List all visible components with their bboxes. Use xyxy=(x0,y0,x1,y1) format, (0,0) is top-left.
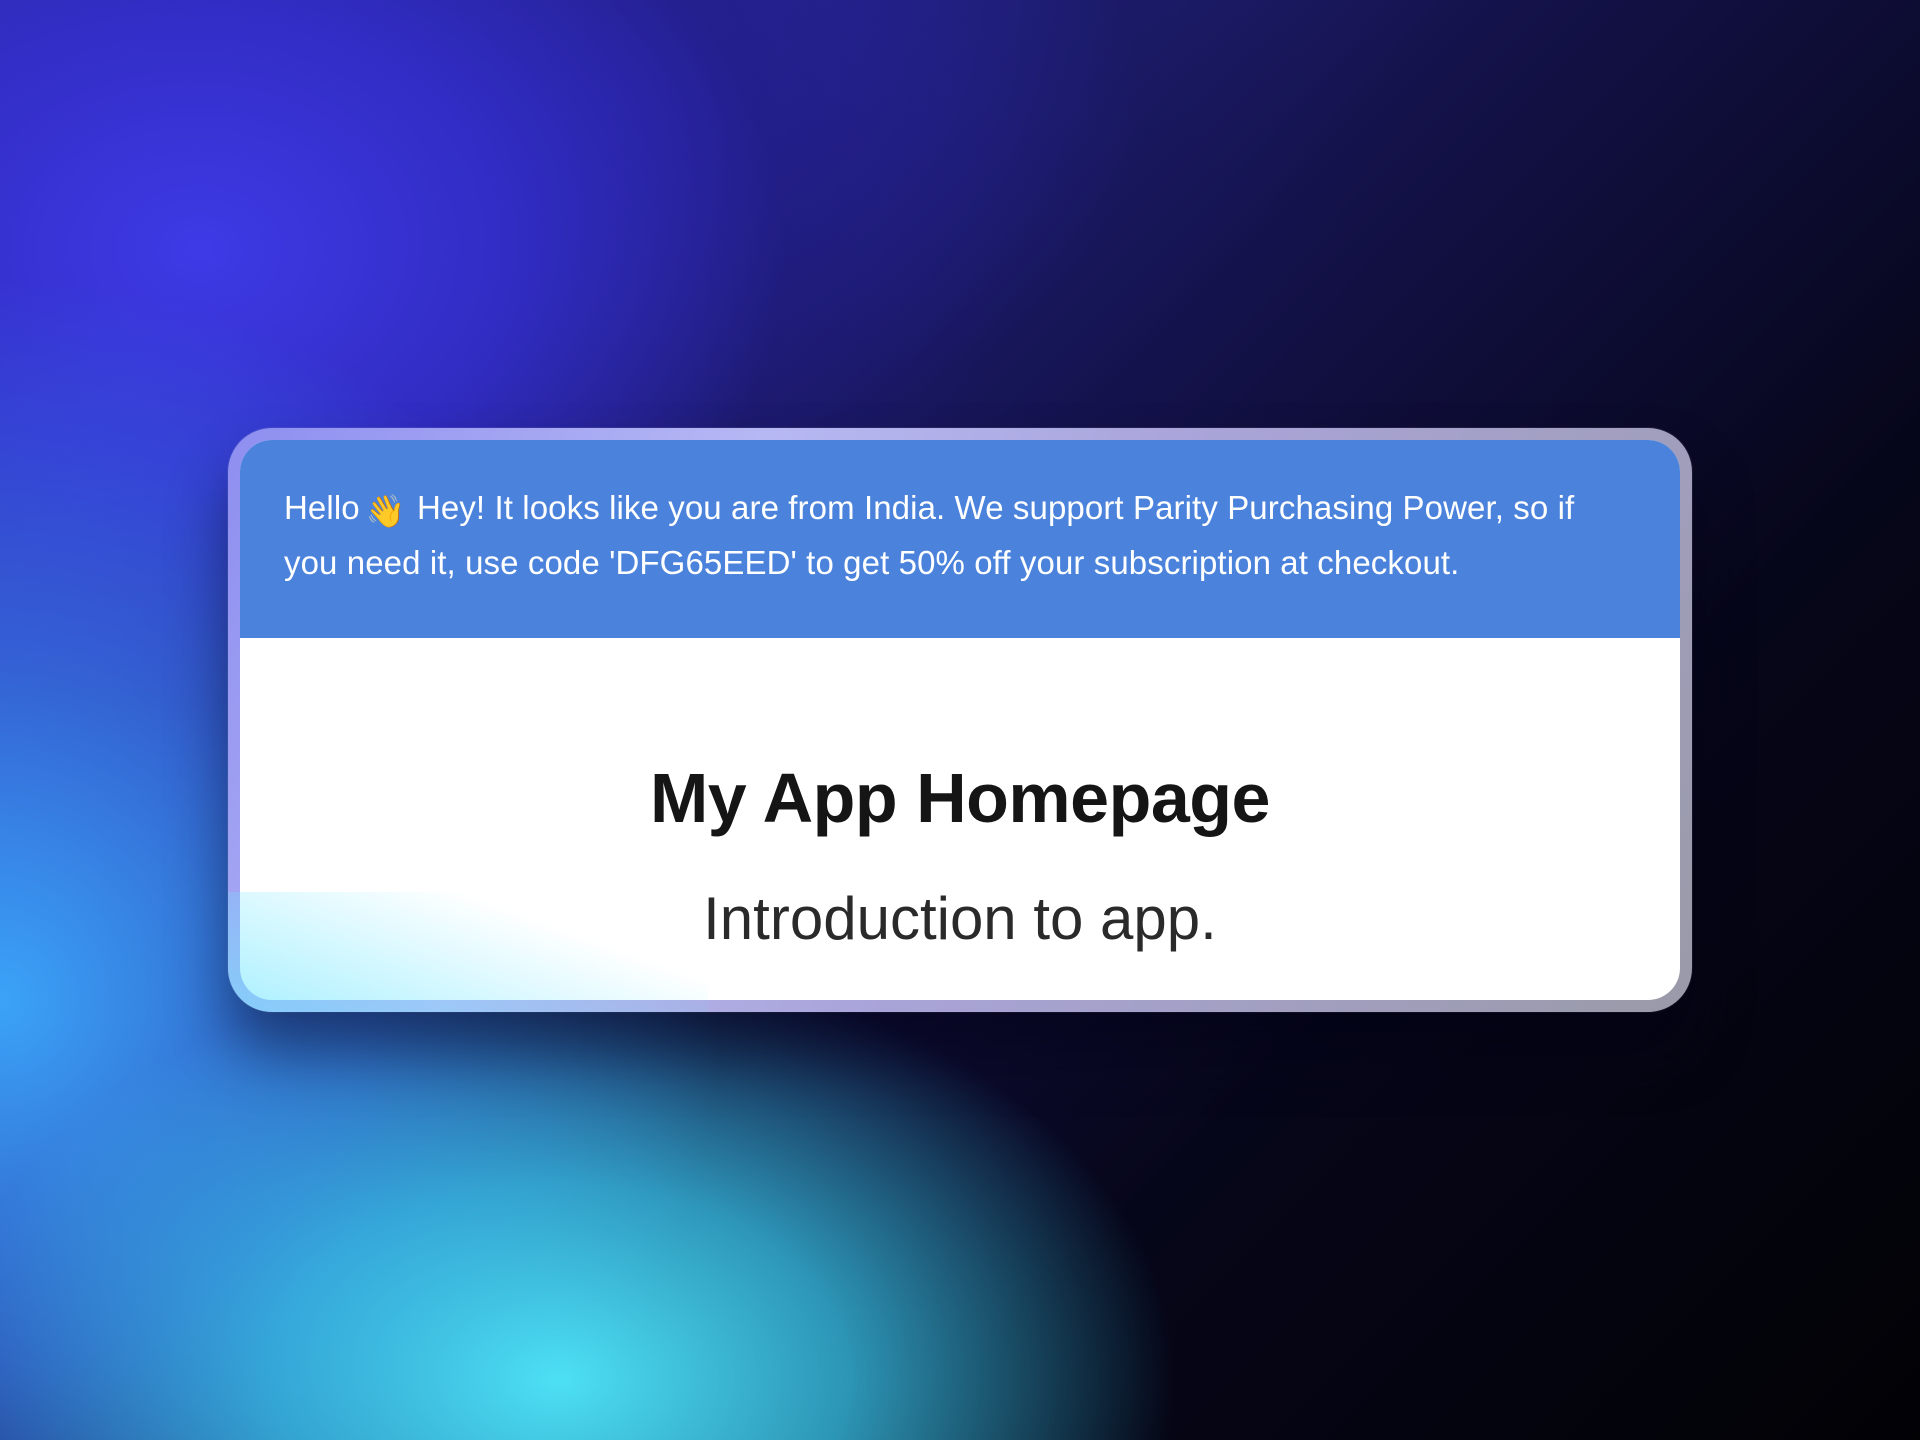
banner-message: Hey! It looks like you are from India. W… xyxy=(284,489,1575,581)
banner-greeting: Hello xyxy=(284,489,360,526)
app-window-frame: Hello 👋 Hey! It looks like you are from I… xyxy=(228,428,1692,1012)
main-content: My App Homepage Introduction to app. xyxy=(240,638,1680,954)
page-subtitle: Introduction to app. xyxy=(703,885,1217,952)
page-title: My App Homepage xyxy=(650,759,1270,837)
app-window: Hello 👋 Hey! It looks like you are from I… xyxy=(240,440,1680,1000)
ppp-discount-banner: Hello 👋 Hey! It looks like you are from I… xyxy=(240,440,1680,638)
waving-hand-icon: 👋 xyxy=(365,493,406,529)
